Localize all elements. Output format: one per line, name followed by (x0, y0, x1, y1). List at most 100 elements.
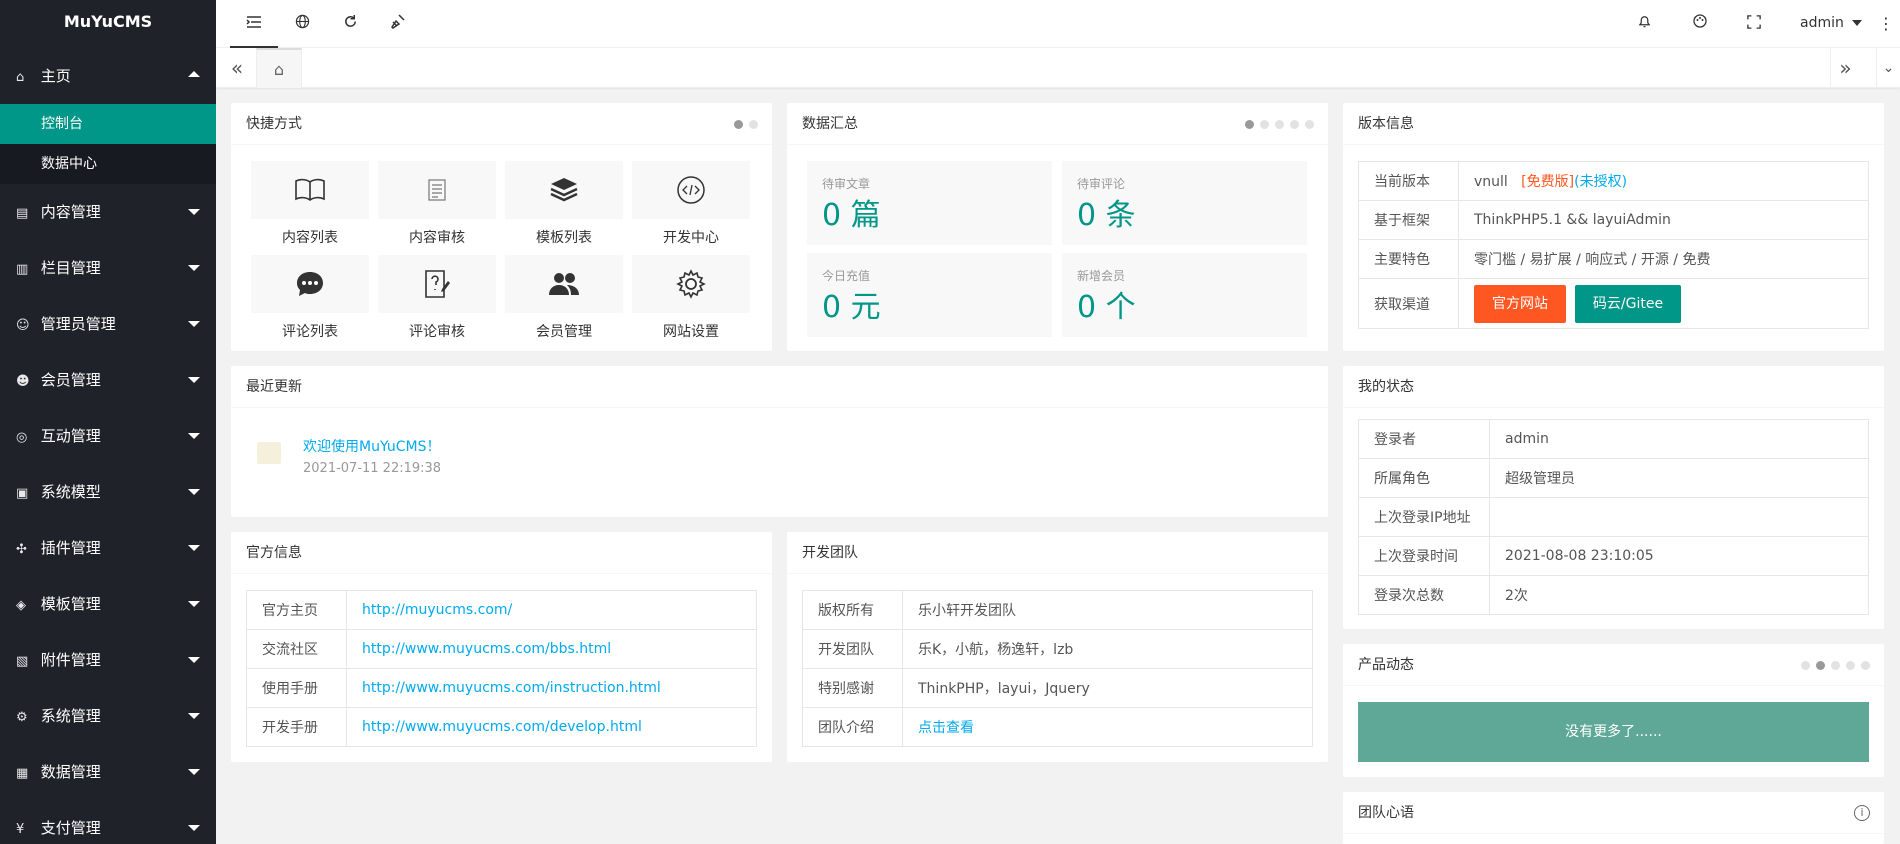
carousel-dot[interactable] (1801, 661, 1810, 670)
caret-down-icon (188, 545, 200, 551)
row-value: http://www.muyucms.com/develop.html (346, 707, 757, 747)
tabs-prev-icon[interactable]: « (222, 48, 252, 88)
stat-today-recharge[interactable]: 今日充值 0 元 (807, 253, 1052, 337)
update-title-link[interactable]: 欢迎使用MuYuCMS！ (303, 436, 441, 456)
shortcut-content-list[interactable]: 内容列表 (251, 161, 369, 253)
stat-value: 0 元 (822, 290, 881, 325)
sidebar-item-column[interactable]: ▥ 栏目管理 (0, 240, 216, 296)
row-key: 官方主页 (246, 590, 347, 630)
shortcut-template-list[interactable]: 模板列表 (505, 161, 623, 253)
stat-pending-comments[interactable]: 待审评论 0 条 (1062, 161, 1307, 245)
shortcut-comment-list[interactable]: 评论列表 (251, 255, 369, 347)
sidebar-item-data[interactable]: ▦ 数据管理 (0, 744, 216, 800)
document-icon (428, 179, 446, 201)
sidebar-item-label: 管理员管理 (40, 315, 116, 333)
caret-up-icon (188, 71, 200, 77)
row-key: 团队介绍 (802, 707, 903, 747)
user-menu[interactable]: admin (1800, 0, 1863, 48)
info-icon[interactable]: i (1854, 805, 1870, 821)
sidebar-item-admin[interactable]: ☺ 管理员管理 (0, 296, 216, 352)
tabs-next-icon[interactable]: » (1830, 48, 1860, 88)
app-logo[interactable]: MuYuCMS (0, 0, 216, 44)
sidebar-item-label: 模板管理 (40, 595, 101, 613)
shortcut-member-manage[interactable]: 会员管理 (505, 255, 623, 347)
row-key: 版权所有 (802, 590, 903, 630)
sidebar-item-plugin[interactable]: ✣ 插件管理 (0, 520, 216, 576)
team-table: 版权所有 乐小轩开发团队 开发团队 乐K，小航，杨逸轩，lzb 特别感谢 ThinkP… (802, 590, 1313, 747)
carousel-dot[interactable] (1846, 661, 1855, 670)
tab-home[interactable]: ⌂ (256, 48, 302, 88)
caret-down-icon (188, 601, 200, 607)
shortcut-dev-center[interactable]: 开发中心 (632, 161, 750, 253)
carousel-dot[interactable] (1816, 661, 1825, 670)
carousel-dot[interactable] (1831, 661, 1840, 670)
menu-toggle-icon[interactable] (230, 0, 278, 48)
table-row: 上次登录时间 2021-08-08 23:10:05 (1358, 536, 1869, 576)
sidebar-item-interact[interactable]: ◎ 互动管理 (0, 408, 216, 464)
official-info-card: 官方信息 官方主页 http://muyucms.com/ 交流社区 http://… (231, 532, 772, 762)
row-key: 开发团队 (802, 629, 903, 669)
shortcut-comment-review[interactable]: 评论审核 (378, 255, 496, 347)
caret-down-icon (188, 433, 200, 439)
sidebar-item-label: 内容管理 (40, 203, 101, 221)
manual-link[interactable]: http://www.muyucms.com/instruction.html (362, 680, 661, 696)
carousel-dot[interactable] (1290, 120, 1299, 129)
bell-icon[interactable] (1620, 0, 1668, 48)
community-link[interactable]: http://www.muyucms.com/bbs.html (362, 641, 611, 657)
stat-pending-articles[interactable]: 待审文章 0 篇 (807, 161, 1052, 245)
carousel-dot[interactable] (1275, 120, 1284, 129)
shortcut-label: 内容审核 (409, 230, 465, 246)
team-intro-link[interactable]: 点击查看 (918, 720, 974, 736)
status-table: 登录者 admin 所属角色 超级管理员 上次登录IP地址 上次登录时间 2021-0… (1358, 419, 1869, 615)
table-row: 团队介绍 点击查看 (802, 707, 1313, 747)
system-icon: ⚙ (16, 710, 28, 725)
sidebar-subitem-data-center[interactable]: 数据中心 (0, 144, 216, 184)
tabs-menu-icon[interactable]: ⌄ (1876, 48, 1900, 88)
unauthorized-link[interactable]: (未授权) (1574, 174, 1627, 190)
carousel-dot[interactable] (1245, 120, 1254, 129)
row-key: 上次登录IP地址 (1358, 497, 1490, 537)
more-vertical-icon[interactable]: ⋮ (1872, 0, 1900, 48)
homepage-link[interactable]: http://muyucms.com/ (362, 602, 512, 618)
carousel-dot[interactable] (1861, 661, 1870, 670)
row-value (1489, 497, 1869, 537)
row-value: admin (1489, 419, 1869, 459)
sidebar-item-attachment[interactable]: ▧ 附件管理 (0, 632, 216, 688)
member-icon: ☻ (16, 374, 30, 389)
sidebar-item-system[interactable]: ⚙ 系统管理 (0, 688, 216, 744)
home-icon: ⌂ (273, 60, 285, 79)
carousel-dot[interactable] (734, 120, 743, 129)
carousel-dot[interactable] (1305, 120, 1314, 129)
sidebar-item-content[interactable]: ▤ 内容管理 (0, 184, 216, 240)
shortcut-content-review[interactable]: 内容审核 (378, 161, 496, 253)
gitee-button[interactable]: 码云/Gitee (1574, 284, 1682, 323)
caret-down-icon (188, 713, 200, 719)
shortcut-label: 评论审核 (409, 324, 465, 340)
sidebar-item-home[interactable]: ⌂ 主页 (0, 48, 216, 104)
refresh-icon[interactable] (326, 0, 374, 48)
sidebar-item-template[interactable]: ◈ 模板管理 (0, 576, 216, 632)
shortcut-site-settings[interactable]: 网站设置 (632, 255, 750, 347)
shortcuts-card: 快捷方式 内容列表 内容审核 模板列表 开发中心 评论列表 评论审核 会员管理 (231, 103, 772, 351)
globe-icon[interactable] (278, 0, 326, 48)
sidebar-item-pay[interactable]: ¥ 支付管理 (0, 800, 216, 844)
caret-down-icon (188, 265, 200, 271)
theme-icon[interactable] (1676, 0, 1724, 48)
sidebar-subitem-console[interactable]: 控制台 (0, 104, 216, 144)
carousel-dots (1245, 120, 1314, 129)
dev-manual-link[interactable]: http://www.muyucms.com/develop.html (362, 719, 642, 735)
sidebar-item-model[interactable]: ▣ 系统模型 (0, 464, 216, 520)
stat-new-members[interactable]: 新增会员 0 个 (1062, 253, 1307, 337)
carousel-dot[interactable] (1260, 120, 1269, 129)
clear-cache-icon[interactable] (374, 0, 422, 48)
row-key: 获取渠道 (1358, 278, 1459, 329)
card-title: 快捷方式 (231, 103, 772, 145)
chat-icon (297, 272, 323, 296)
review-icon (425, 270, 450, 298)
shortcut-label: 模板列表 (536, 230, 592, 246)
fullscreen-icon[interactable] (1730, 0, 1778, 48)
carousel-dot[interactable] (749, 120, 758, 129)
official-site-button[interactable]: 官方网站 (1474, 284, 1566, 323)
sidebar-item-member[interactable]: ☻ 会员管理 (0, 352, 216, 408)
row-value: ThinkPHP，layui，Jquery (902, 668, 1313, 708)
